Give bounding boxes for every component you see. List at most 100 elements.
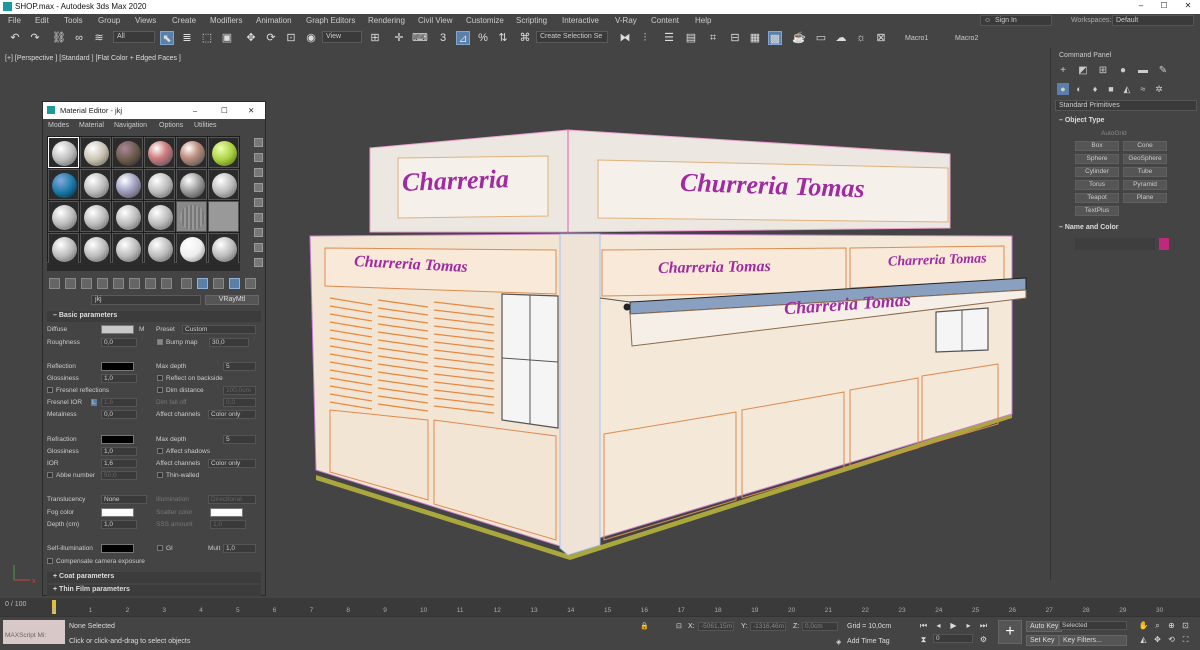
z-coordinate-field[interactable]: 0,0cm bbox=[802, 622, 838, 631]
select-manipulate-icon[interactable]: ✛ bbox=[392, 31, 406, 45]
x-coordinate-field[interactable]: -5061,15m bbox=[698, 622, 734, 631]
spinner-snap-icon[interactable]: ⇅ bbox=[496, 31, 510, 45]
video-color-check-icon[interactable] bbox=[254, 198, 263, 207]
macro1-button[interactable]: Macro1 bbox=[905, 35, 928, 42]
cameras-icon[interactable]: ■ bbox=[1105, 83, 1117, 95]
render-setup-icon[interactable]: ☕ bbox=[792, 31, 806, 45]
compensate-exposure-checkbox[interactable] bbox=[47, 558, 53, 564]
select-object-icon[interactable]: ⬉ bbox=[160, 31, 174, 45]
depth-spinner[interactable]: 1,0 bbox=[101, 520, 137, 529]
me-menu-utilities[interactable]: Utilities bbox=[194, 122, 217, 129]
menu-group[interactable]: Group bbox=[98, 16, 120, 25]
lights-icon[interactable]: ♦ bbox=[1089, 83, 1101, 95]
fresnel-checkbox[interactable] bbox=[47, 387, 53, 393]
sample-slot-22[interactable] bbox=[144, 233, 175, 264]
reset-map-icon[interactable] bbox=[97, 278, 108, 289]
time-tag-icon[interactable]: ◈ bbox=[836, 638, 841, 646]
refr-glossiness-spinner[interactable]: 1,0 bbox=[101, 447, 137, 456]
render-iterative-icon[interactable]: ☼ bbox=[854, 31, 868, 45]
fog-color-swatch[interactable] bbox=[101, 508, 134, 517]
redo-icon[interactable]: ↷ bbox=[28, 31, 42, 45]
time-slider[interactable]: 0 / 100 0 1 2 3 4 5 6 7 8 9 10 11 12 13 14 15 16 17 18 19 20… bbox=[0, 598, 1200, 616]
reflect-backside-checkbox[interactable] bbox=[157, 375, 163, 381]
sample-slot-19[interactable] bbox=[48, 233, 79, 264]
pyramid-button[interactable]: Pyramid bbox=[1123, 180, 1167, 190]
sss-amount-spinner[interactable]: 1,0 bbox=[210, 520, 246, 529]
object-name-field[interactable] bbox=[1075, 238, 1155, 250]
percent-snap-icon[interactable]: % bbox=[476, 31, 490, 45]
gi-checkbox[interactable] bbox=[157, 545, 163, 551]
maximize-viewport-icon[interactable]: ⛶ bbox=[1180, 634, 1191, 645]
absolute-mode-icon[interactable]: ⊡ bbox=[676, 622, 682, 630]
go-forward-sibling-icon[interactable] bbox=[229, 278, 240, 289]
menu-edit[interactable]: Edit bbox=[35, 16, 49, 25]
sample-slot-24[interactable] bbox=[208, 233, 239, 264]
material-browser-icon[interactable]: ▦ bbox=[748, 31, 762, 45]
zoom-icon[interactable]: ⌕ bbox=[1152, 620, 1163, 631]
sample-slot-11[interactable] bbox=[176, 169, 207, 200]
sample-slot-8[interactable] bbox=[80, 169, 111, 200]
set-key-big-icon[interactable]: + bbox=[998, 620, 1022, 644]
sample-slot-16[interactable] bbox=[144, 201, 175, 232]
edit-named-selection-icon[interactable]: ⌘ bbox=[518, 31, 532, 45]
sign-in-button[interactable]: ☺ Sign In bbox=[980, 15, 1052, 26]
diffuse-map-button[interactable]: M bbox=[139, 326, 144, 333]
sample-slot-4[interactable] bbox=[144, 137, 175, 168]
angle-snap-icon[interactable]: ⊿ bbox=[456, 31, 470, 45]
sample-slot-9[interactable] bbox=[112, 169, 143, 200]
key-mode-icon[interactable]: ⧗ bbox=[918, 634, 929, 645]
reference-coordinate-dropdown[interactable]: View bbox=[322, 31, 362, 43]
undo-icon[interactable]: ↶ bbox=[8, 31, 22, 45]
torus-button[interactable]: Torus bbox=[1075, 180, 1119, 190]
go-to-end-icon[interactable]: ⏭ bbox=[978, 620, 989, 631]
render-production-icon[interactable]: ☁ bbox=[834, 31, 848, 45]
material-options-icon[interactable] bbox=[254, 228, 263, 237]
placement-icon[interactable]: ◉ bbox=[304, 31, 318, 45]
auto-key-button[interactable]: Auto Key bbox=[1026, 621, 1063, 632]
go-to-parent-icon[interactable] bbox=[213, 278, 224, 289]
modify-tab-icon[interactable]: ◩ bbox=[1077, 65, 1089, 77]
minimize-icon[interactable]: – bbox=[1133, 1, 1149, 10]
previous-frame-icon[interactable]: ◂ bbox=[933, 620, 944, 631]
affect-channels-dropdown[interactable]: Color only bbox=[208, 410, 256, 419]
pick-material-icon[interactable] bbox=[245, 278, 256, 289]
affect-shadows-checkbox[interactable] bbox=[157, 448, 163, 454]
play-icon[interactable]: ▶ bbox=[948, 620, 959, 631]
get-material-icon[interactable] bbox=[49, 278, 60, 289]
coat-parameters-header[interactable]: + Coat parameters bbox=[47, 572, 261, 583]
assign-material-icon[interactable] bbox=[81, 278, 92, 289]
set-key-button[interactable]: Set Key bbox=[1026, 635, 1059, 646]
background-icon[interactable] bbox=[254, 168, 263, 177]
abbe-spinner[interactable]: 50,0 bbox=[101, 471, 137, 480]
lock-selection-icon[interactable]: 🔒 bbox=[640, 622, 649, 630]
field-of-view-icon[interactable]: ◭ bbox=[1138, 634, 1149, 645]
key-filters-button[interactable]: Key Filters... bbox=[1059, 635, 1127, 646]
render-cloud-icon[interactable]: ⊠ bbox=[874, 31, 888, 45]
mult-spinner[interactable]: 1,0 bbox=[223, 544, 256, 553]
menu-content[interactable]: Content bbox=[651, 16, 679, 25]
select-by-name-icon[interactable]: ≣ bbox=[180, 31, 194, 45]
me-menu-navigation[interactable]: Navigation bbox=[114, 122, 147, 129]
menu-graph-editors[interactable]: Graph Editors bbox=[306, 16, 355, 25]
schematic-view-icon[interactable]: ⊟ bbox=[728, 31, 742, 45]
box-button[interactable]: Box bbox=[1075, 141, 1119, 151]
sample-slot-20[interactable] bbox=[80, 233, 111, 264]
sample-slot-2[interactable] bbox=[80, 137, 111, 168]
sample-slot-15[interactable] bbox=[112, 201, 143, 232]
display-tab-icon[interactable]: ▬ bbox=[1137, 65, 1149, 77]
sample-slot-3[interactable] bbox=[112, 137, 143, 168]
add-time-tag[interactable]: Add Time Tag bbox=[847, 638, 890, 645]
menu-tools[interactable]: Tools bbox=[64, 16, 83, 25]
workspace-dropdown[interactable]: Default bbox=[1112, 15, 1194, 26]
plane-button[interactable]: Plane bbox=[1123, 193, 1167, 203]
sample-slot-10[interactable] bbox=[144, 169, 175, 200]
hierarchy-tab-icon[interactable]: ⊞ bbox=[1097, 65, 1109, 77]
keyboard-shortcut-icon[interactable]: ⌨ bbox=[412, 31, 428, 45]
diffuse-color-swatch[interactable] bbox=[101, 325, 134, 334]
sample-slot-23[interactable] bbox=[176, 233, 207, 264]
snaps-toggle-icon[interactable]: 3 bbox=[436, 31, 450, 45]
cylinder-button[interactable]: Cylinder bbox=[1075, 167, 1119, 177]
sample-slot-1[interactable] bbox=[48, 137, 79, 168]
mirror-icon[interactable]: ⧓ bbox=[618, 31, 632, 45]
dim-distance-spinner[interactable]: 100,0cm bbox=[223, 386, 256, 395]
